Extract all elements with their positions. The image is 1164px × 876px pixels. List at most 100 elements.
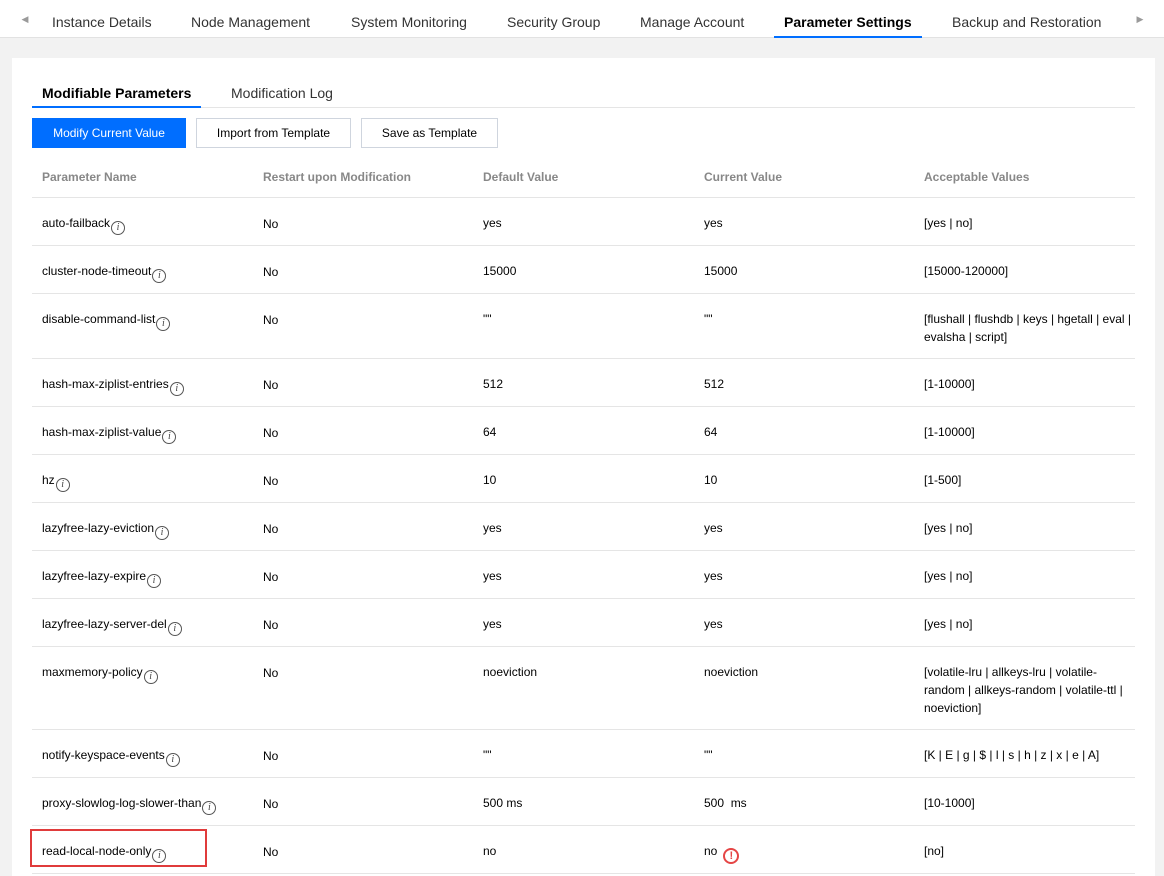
parameter-name: disable-command-list: [42, 312, 156, 326]
info-icon[interactable]: i: [111, 221, 126, 235]
info-icon[interactable]: i: [55, 478, 70, 492]
current-value-cell: 10: [704, 471, 717, 489]
scroll-left-arrow-icon[interactable]: ◀: [14, 0, 36, 38]
table-row: notify-keyspace-events i No "" "" [K | E | g …: [32, 730, 1135, 778]
parameter-name: lazyfree-lazy-expire: [42, 569, 147, 583]
restart-cell: No: [263, 378, 279, 392]
table-row: lazyfree-lazy-expire i No yes yes [yes | no]: [32, 551, 1135, 599]
subtab-modification-log[interactable]: Modification Log: [231, 76, 333, 108]
header-parameter-name[interactable]: Parameter Name: [42, 156, 137, 198]
restart-cell: No: [263, 313, 279, 327]
parameter-name-cell: lazyfree-lazy-eviction i: [42, 519, 170, 540]
acceptable-values-cell: [yes | no]: [924, 521, 973, 535]
current-value-cell: no!: [704, 842, 740, 864]
import-from-template-button[interactable]: Import from Template: [196, 118, 351, 148]
info-icon[interactable]: i: [202, 801, 217, 815]
default-value-cell: 500 ms: [483, 796, 523, 810]
info-icon[interactable]: i: [156, 317, 171, 331]
subtab-modifiable-parameters[interactable]: Modifiable Parameters: [32, 76, 202, 108]
default-value-cell: "": [483, 312, 492, 326]
scroll-right-arrow-icon[interactable]: ▶: [1129, 0, 1151, 38]
current-value: 64: [704, 425, 718, 439]
tab-security-group[interactable]: Security Group: [507, 0, 600, 38]
info-icon[interactable]: i: [143, 670, 158, 684]
highlight-box: [30, 829, 207, 867]
tab-instance-details[interactable]: Instance Details: [52, 0, 152, 38]
parameter-name: proxy-slowlog-log-slower-than: [42, 796, 202, 810]
info-icon[interactable]: i: [162, 430, 177, 444]
acceptable-values-cell: [no]: [924, 844, 945, 858]
current-value: 15000: [704, 264, 738, 278]
current-value: yes: [704, 521, 723, 535]
warning-icon[interactable]: !: [723, 848, 740, 864]
current-value-cell: yes: [704, 214, 723, 232]
acceptable-values-cell: [K | E | g | $ | l | s | h | z | x | e |…: [924, 748, 1100, 762]
restart-cell: No: [263, 797, 279, 811]
table-row: cluster-node-timeout i No 15000 15000 [15000-…: [32, 246, 1135, 294]
default-value-cell: 10: [483, 473, 497, 487]
default-value-cell: "": [483, 748, 492, 762]
current-value-cell: "": [704, 746, 713, 764]
default-value-cell: yes: [483, 521, 502, 535]
table-body: auto-failback i No yes yes [yes | no] cluster-…: [32, 198, 1135, 874]
acceptable-values-cell: [yes | no]: [924, 617, 973, 631]
acceptable-values-cell: [1-10000]: [924, 377, 975, 391]
current-value-cell: 500 ms: [704, 794, 747, 812]
acceptable-values-cell: [yes | no]: [924, 569, 973, 583]
info-icon[interactable]: i: [147, 574, 162, 588]
restart-cell: No: [263, 570, 279, 584]
parameter-name: maxmemory-policy: [42, 665, 143, 679]
parameter-name: lazyfree-lazy-eviction: [42, 521, 155, 535]
parameter-name-cell: auto-failback i: [42, 214, 126, 235]
tab-parameter-settings[interactable]: Parameter Settings: [774, 0, 922, 38]
current-value: 512: [704, 377, 725, 391]
acceptable-values-cell: [flushall | flushdb | keys | hgetall | e…: [924, 312, 1132, 344]
header-acceptable-values[interactable]: Acceptable Values: [924, 156, 1029, 198]
info-icon[interactable]: i: [167, 622, 182, 636]
table-row: maxmemory-policy i No noeviction noeviction […: [32, 647, 1135, 730]
current-value: 500 ms: [704, 796, 747, 810]
info-icon[interactable]: i: [155, 526, 170, 540]
parameter-name-cell: hash-max-ziplist-value i: [42, 423, 177, 444]
table-row: hz i No 10 10 [1-500]: [32, 455, 1135, 503]
tab-backup-restoration[interactable]: Backup and Restoration: [952, 0, 1101, 38]
info-icon[interactable]: i: [165, 753, 180, 767]
parameter-name-cell: disable-command-list i: [42, 310, 171, 331]
acceptable-values-cell: [15000-120000]: [924, 264, 1009, 278]
current-value: "": [704, 312, 713, 326]
table-row: disable-command-list i No "" "" [flushall | f…: [32, 294, 1135, 359]
top-tab-bar: ◀ Instance Details Node Management Syste…: [0, 0, 1164, 38]
current-value: yes: [704, 617, 723, 631]
default-value-cell: yes: [483, 569, 502, 583]
tab-system-monitoring[interactable]: System Monitoring: [351, 0, 467, 38]
parameter-name-cell: hz i: [42, 471, 70, 492]
modify-current-value-button[interactable]: Modify Current Value: [32, 118, 186, 148]
parameter-name-cell: cluster-node-timeout i: [42, 262, 167, 283]
header-restart[interactable]: Restart upon Modification: [263, 156, 411, 198]
default-value-cell: 15000: [483, 264, 517, 278]
parameter-name-cell: notify-keyspace-events i: [42, 746, 180, 767]
parameter-name: hash-max-ziplist-value: [42, 425, 162, 439]
save-as-template-button[interactable]: Save as Template: [361, 118, 498, 148]
parameter-name: auto-failback: [42, 216, 111, 230]
parameter-name-cell: proxy-slowlog-log-slower-than i: [42, 794, 217, 815]
tab-node-management[interactable]: Node Management: [191, 0, 310, 38]
restart-cell: No: [263, 217, 279, 231]
restart-cell: No: [263, 845, 279, 859]
header-current-value[interactable]: Current Value: [704, 156, 782, 198]
parameter-name: notify-keyspace-events: [42, 748, 165, 762]
table-row: hash-max-ziplist-value i No 64 64 [1-10000]: [32, 407, 1135, 455]
header-default-value[interactable]: Default Value: [483, 156, 558, 198]
info-icon[interactable]: i: [152, 269, 167, 283]
tab-manage-account[interactable]: Manage Account: [640, 0, 744, 38]
default-value-cell: yes: [483, 617, 502, 631]
table-row: hash-max-ziplist-entries i No 512 512 [1-1000…: [32, 359, 1135, 407]
default-value-cell: 512: [483, 377, 504, 391]
sub-tab-bar: Modifiable Parameters Modification Log: [32, 76, 1135, 108]
parameter-name-cell: lazyfree-lazy-expire i: [42, 567, 162, 588]
parameter-name: cluster-node-timeout: [42, 264, 152, 278]
parameter-name-cell: hash-max-ziplist-entries i: [42, 375, 184, 396]
table-row: lazyfree-lazy-server-del i No yes yes [yes | …: [32, 599, 1135, 647]
acceptable-values-cell: [1-500]: [924, 473, 962, 487]
info-icon[interactable]: i: [169, 382, 184, 396]
